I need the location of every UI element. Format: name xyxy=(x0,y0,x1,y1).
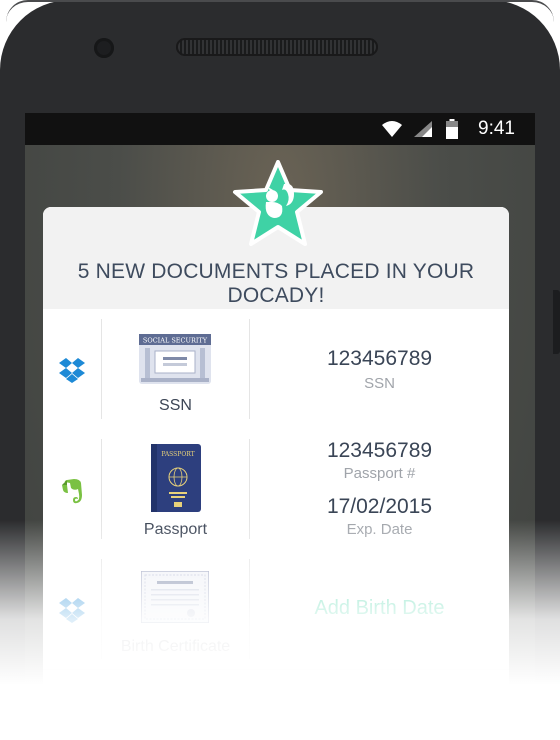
document-number-label: SSN xyxy=(364,375,395,392)
earpiece-speaker xyxy=(176,38,378,56)
document-number[interactable]: 123456789 xyxy=(250,439,509,463)
cell-signal-icon xyxy=(414,121,432,137)
passport-thumbnail: PASSPORT xyxy=(151,444,201,512)
svg-text:SOCIAL SECURITY: SOCIAL SECURITY xyxy=(143,337,208,345)
squirrel-star-badge xyxy=(233,160,323,246)
documents-card: 5 NEW DOCUMENTS PLACED IN YOUR DOCADY! S… xyxy=(43,207,509,740)
evernote-icon xyxy=(62,479,82,504)
document-row-birth-certificate[interactable]: Birth Certificate Add Birth Date xyxy=(43,549,509,670)
power-button xyxy=(553,290,560,354)
document-number[interactable]: 123456789 xyxy=(250,347,509,371)
expiration-date-label: Exp. Date xyxy=(346,521,413,538)
dropbox-icon xyxy=(59,358,85,383)
wifi-icon xyxy=(382,121,402,137)
headline: 5 NEW DOCUMENTS PLACED IN YOUR DOCADY! xyxy=(77,260,475,307)
status-bar: 9:41 xyxy=(25,113,535,145)
document-number-label: Passport # xyxy=(343,465,416,482)
svg-text:PASSPORT: PASSPORT xyxy=(161,451,194,458)
front-camera xyxy=(94,38,114,58)
document-label: SSN xyxy=(159,397,192,414)
expiration-date[interactable]: 17/02/2015 xyxy=(250,495,509,519)
document-row-ssn[interactable]: SOCIAL SECURITY SSN 123456789 SSN xyxy=(43,309,509,430)
document-label: Birth Certificate xyxy=(120,638,231,655)
add-birth-date-link[interactable]: Add Birth Date xyxy=(250,597,509,620)
battery-icon xyxy=(446,119,458,139)
birth-certificate-thumbnail xyxy=(141,571,209,623)
document-row-passport[interactable]: PASSPORT Passport 123456789 Passport # 1… xyxy=(43,429,509,550)
social-security-card-thumbnail: SOCIAL SECURITY xyxy=(139,334,211,384)
document-label: Passport xyxy=(143,521,208,538)
load-more-button[interactable]: Load More... xyxy=(43,685,509,705)
phone-edge xyxy=(6,0,554,22)
status-time: 9:41 xyxy=(478,118,515,139)
dropbox-icon xyxy=(59,598,85,623)
